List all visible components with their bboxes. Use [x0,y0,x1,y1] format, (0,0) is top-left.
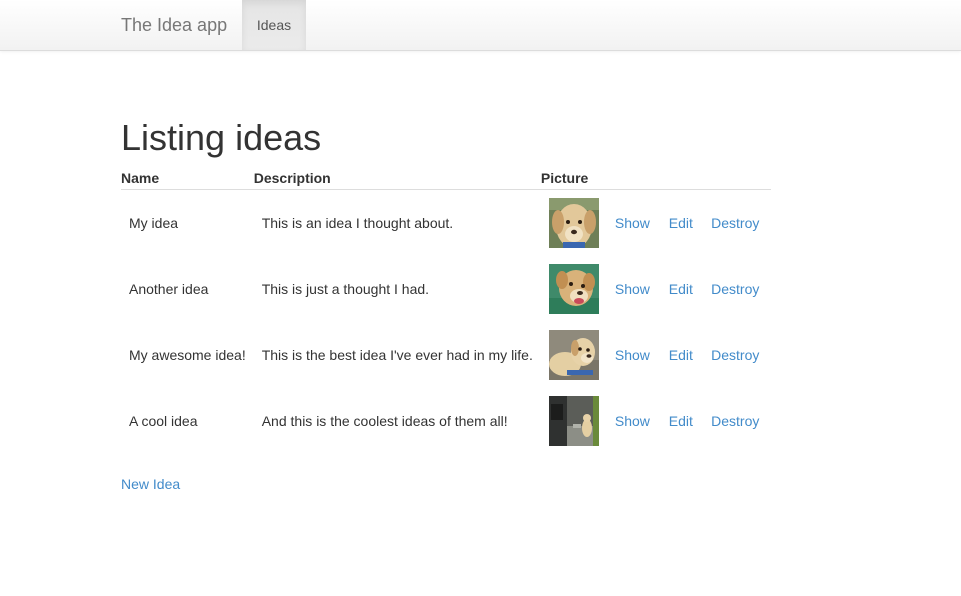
edit-link[interactable]: Edit [669,281,693,297]
new-idea-link[interactable]: New Idea [121,475,180,493]
table-header-row: Name Description Picture [121,170,771,190]
show-link[interactable]: Show [615,281,650,297]
show-link[interactable]: Show [615,413,650,429]
header-picture: Picture [540,170,607,190]
edit-link[interactable]: Edit [669,413,693,429]
idea-name: My awesome idea! [129,347,246,363]
dog-photo-1 [548,198,599,248]
table-row: My idea This is an idea I thought about. [121,190,771,257]
idea-name: My idea [129,215,179,231]
idea-description: This is just a thought I had. [261,281,430,297]
table-row: Another idea This is just a thought I ha… [121,256,771,322]
navbar: The Idea app Ideas [0,0,961,51]
header-edit [660,170,704,190]
idea-description: This is the best idea I've ever had in m… [261,347,533,363]
destroy-link[interactable]: Destroy [711,281,759,297]
header-name: Name [121,170,254,190]
dog-photo-2 [548,264,599,314]
edit-link[interactable]: Edit [669,347,693,363]
table-row: My awesome idea! This is the best idea I… [121,322,771,388]
idea-name: Another idea [129,281,209,297]
idea-name: A cool idea [129,413,198,429]
page-title: Listing ideas [121,117,322,158]
header-description: Description [253,170,541,190]
dog-photo-4 [548,396,599,446]
show-link[interactable]: Show [615,347,650,363]
header-destroy [703,170,771,190]
brand-link[interactable]: The Idea app [121,0,227,50]
destroy-link[interactable]: Destroy [711,215,759,231]
nav-item-ideas[interactable]: Ideas [242,0,306,50]
idea-description: And this is the coolest ideas of them al… [261,413,508,429]
header-show [606,170,661,190]
dog-photo-3 [548,330,599,380]
destroy-link[interactable]: Destroy [711,413,759,429]
destroy-link[interactable]: Destroy [711,347,759,363]
ideas-table: Name Description Picture My idea This is… [121,170,771,454]
table-row: A cool idea And this is the coolest idea… [121,388,771,454]
edit-link[interactable]: Edit [669,215,693,231]
show-link[interactable]: Show [615,215,650,231]
idea-description: This is an idea I thought about. [261,215,454,231]
